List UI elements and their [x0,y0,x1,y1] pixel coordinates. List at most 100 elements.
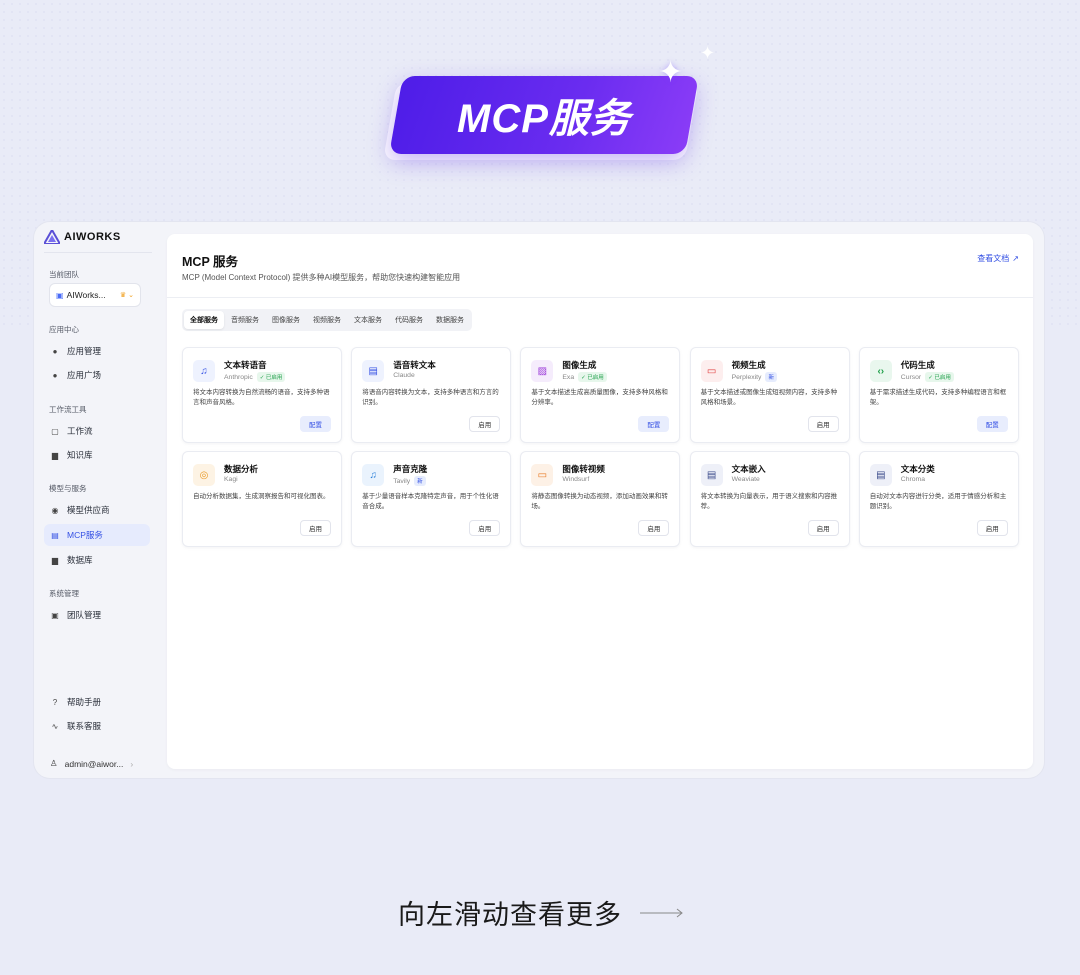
section-label-workflow-tools: 工作流工具 [49,405,87,414]
logo-mark-icon [44,230,60,244]
pulse-icon: ∿ [51,721,59,731]
sidebar-item-label: 团队管理 [67,610,102,620]
book-icon: ▆ [51,450,59,460]
status-badge: 新 [414,476,426,486]
team-icon: ▣ [56,290,64,300]
help-icon: ? [52,697,58,707]
card-title: 文本转语音 [224,360,267,370]
swipe-hint: 向左滑动查看更多 [398,893,684,932]
sidebar-item-knowledge-base[interactable]: ▆ 知识库 [44,444,150,466]
enable-button[interactable]: 启用 [807,520,839,536]
sidebar-item-label: 数据库 [67,555,93,565]
sidebar-item-label: 模型供应商 [67,505,110,515]
configure-button[interactable]: 配置 [638,416,670,432]
card-description: 将静态图像转换为动态视频，添加动画效果和转场。 [531,493,668,510]
sidebar-item-app-plaza[interactable]: ● 应用广场 [44,364,150,386]
enable-button[interactable]: 启用 [976,520,1008,536]
hero-title: MCP服务 [457,97,631,141]
tab-audio[interactable]: 音频服务 [225,311,265,329]
service-card[interactable]: ▭ 视频生成 Perplexity 新基于文本描述或图像生成短视频内容，支持多种风格和… [689,347,850,443]
sidebar-item-label: MCP服务 [67,530,103,540]
sidebar-item-app-management[interactable]: ● 应用管理 [44,340,150,362]
sidebar-item-database[interactable]: ▆ 数据库 [44,549,150,571]
card-provider: Tavily 新 [393,476,426,486]
tab-all[interactable]: 全部服务 [184,311,224,329]
enable-button[interactable]: 启用 [300,520,331,536]
provider-name: Claude [393,372,415,379]
card-title: 文本分类 [900,464,935,474]
service-card[interactable]: ‹› 代码生成 Cursor ✓ 已启用 基于需求描述生成代码，支持多种编程语言和框架。… [858,347,1019,443]
card-provider: Anthropic ✓ 已启用 [224,372,286,382]
view-docs-link[interactable]: 查看文档 ↗ [977,253,1019,264]
document-icon: ▤ [362,360,385,382]
sidebar-item-workflow[interactable]: ▢ 工作流 [44,420,150,442]
service-tabs: 全部服务 音频服务 图像服务 视频服务 文本服务 代码服务 数据服务 [182,309,472,331]
team-selector[interactable]: ▣ AIWorks... ♛ ⌄ [49,283,141,307]
user-icon: ♙ [50,758,58,768]
image-icon: ▨ [531,360,554,382]
sidebar-item-mcp-services[interactable]: ▤ MCP服务 [44,524,150,546]
card-title: 图像转视频 [562,464,605,474]
card-provider: Perplexity 新 [732,372,777,382]
card-provider: Weaviate [732,476,760,483]
service-card[interactable]: ▭ 图像转视频 Windsurf 将静态图像转换为动态视频，添加动画效果和转场。启用 [520,451,681,547]
service-card[interactable]: ♫ 文本转语音 Anthropic ✓ 已启用 将文本内容转换为自然流畅的语音，支持多种… [182,347,342,443]
tab-text[interactable]: 文本服务 [348,311,388,329]
sidebar-item-label: 工作流 [67,426,93,436]
video-icon: ▭ [531,464,554,486]
sidebar-item-support[interactable]: ∿ 联系客服 [44,715,150,737]
enable-button[interactable]: 启用 [469,416,501,432]
sidebar: AIWORKS 当前团队 ▣ AIWorks... ♛ ⌄ 应用中心 ● 应用管… [34,222,166,778]
status-badge: 新 [765,372,777,382]
card-description: 基于少量语音样本克隆特定声音，用于个性化语音合成。 [362,493,499,510]
enable-button[interactable]: 启用 [807,416,839,432]
service-card[interactable]: ▤ 语音转文本 Claude 将语音内容转换为文本，支持多种语言和方言的识别。 启用 [351,347,512,443]
music-note-icon: ♫ [362,464,385,486]
service-card[interactable]: ▤ 文本分类 Chroma 自动对文本内容进行分类，适用于情感分析和主题识别。 启用 [858,451,1019,547]
enable-button[interactable]: 启用 [638,520,670,536]
configure-button[interactable]: 配置 [976,416,1008,432]
user-icon: ● [52,346,58,356]
card-provider: Claude [393,372,415,379]
arrow-right-icon [640,908,683,917]
header-divider [167,297,1033,298]
sidebar-item-label: 应用管理 [67,346,102,356]
provider-name: Exa [562,373,575,381]
service-card[interactable]: ♫ 声音克隆 Tavily 新基于少量语音样本克隆特定声音，用于个性化语音合成。 启用 [351,451,512,547]
database-icon: ◎ [193,464,215,486]
service-card[interactable]: ◎ 数据分析 Kagi 自动分析数据集，生成洞察报告和可视化图表。 启用 [182,451,342,547]
section-label-models-services: 模型与服务 [49,484,87,493]
provider-name: Windsurf [562,476,590,483]
sidebar-item-help[interactable]: ? 帮助手册 [44,691,150,713]
robot-icon: ◉ [51,505,59,515]
sidebar-item-label: 帮助手册 [67,697,102,707]
sidebar-item-team-management[interactable]: ▣ 团队管理 [44,604,150,626]
configure-button[interactable]: 配置 [300,416,331,432]
sidebar-item-label: 联系客服 [67,721,102,731]
video-icon: ▭ [700,360,723,382]
card-description: 基于文本描述生成高质量图像，支持多种风格和分辨率。 [531,389,668,406]
chevron-right-icon: › [130,758,134,769]
sidebar-item-model-providers[interactable]: ◉ 模型供应商 [44,499,150,521]
provider-name: Perplexity [731,373,762,381]
section-label-app-center: 应用中心 [49,325,79,334]
card-description: 将文本内容转换为自然流畅的语音，支持多种语言和声音风格。 [193,389,330,406]
sidebar-item-label: 知识库 [67,450,93,460]
team-label: 当前团队 [49,270,79,279]
sidebar-item-label: 应用广场 [67,370,102,380]
service-card[interactable]: ▨ 图像生成 Exa ✓ 已启用 基于文本描述生成高质量图像，支持多种风格和分辨率。 配置 [520,347,681,443]
tab-data[interactable]: 数据服务 [430,311,470,329]
provider-name: Tavily [393,477,411,485]
enable-button[interactable]: 启用 [469,520,501,536]
database-icon: ▆ [51,555,59,565]
tab-code[interactable]: 代码服务 [389,311,429,329]
crown-chevron-icon: ♛ ⌄ [119,292,134,299]
tab-image[interactable]: 图像服务 [266,311,306,329]
user-menu[interactable]: ♙ admin@aiwor... › [50,758,133,769]
team-icon: ▣ [51,610,59,620]
service-card[interactable]: ▤ 文本嵌入 Weaviate 将文本转换为向量表示，用于语义搜索和内容推荐。 启用 [689,451,850,547]
tab-video[interactable]: 视频服务 [307,311,347,329]
sparkle-small-icon: ✦ [700,43,716,63]
page-subtitle: MCP (Model Context Protocol) 提供多种AI模型服务，… [182,273,461,282]
square-icon: ▢ [51,426,59,436]
